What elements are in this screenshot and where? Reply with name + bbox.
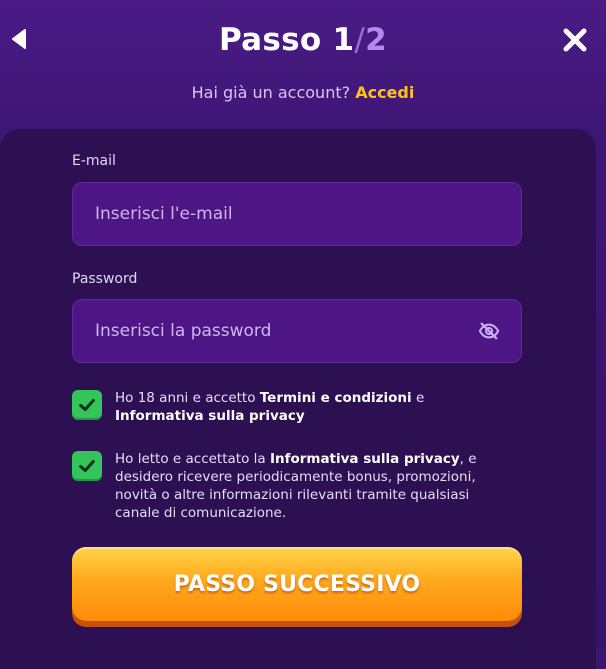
password-label: Password	[72, 271, 138, 287]
email-field[interactable]	[93, 203, 501, 225]
password-visibility-toggle[interactable]	[477, 319, 501, 343]
consent-text: Ho 18 anni e accetto	[115, 390, 260, 406]
marketing-consent-text: Ho letto e accettato la Informativa sull…	[115, 450, 515, 522]
close-button[interactable]	[561, 26, 589, 54]
step-total: 2	[365, 22, 388, 58]
email-field-wrapper[interactable]	[72, 182, 522, 246]
login-question: Hai già un account?	[191, 83, 351, 102]
password-field-wrapper[interactable]	[72, 299, 522, 363]
email-label: E-mail	[72, 153, 116, 169]
close-icon	[563, 28, 587, 52]
step-separator: /	[354, 22, 366, 58]
terms-checkbox[interactable]	[72, 390, 102, 420]
consent-text: Ho letto e accettato la	[115, 451, 270, 467]
privacy-link[interactable]: Informativa sulla privacy	[270, 451, 460, 467]
step-current: 1	[332, 22, 355, 58]
checkmark-icon	[79, 459, 95, 473]
checkmark-icon	[79, 398, 95, 412]
privacy-link[interactable]: Informativa sulla privacy	[115, 408, 305, 424]
consent-text: e	[411, 390, 425, 406]
login-prompt: Hai già un account? Accedi	[0, 83, 606, 102]
marketing-checkbox[interactable]	[72, 451, 102, 481]
terms-consent-text: Ho 18 anni e accetto Termini e condizion…	[115, 389, 515, 425]
next-step-button[interactable]: PASSO SUCCESSIVO	[72, 547, 522, 621]
password-field[interactable]	[93, 320, 477, 342]
page-title: Passo 1/2	[0, 22, 606, 58]
login-link[interactable]: Accedi	[355, 83, 414, 102]
eye-off-icon	[478, 322, 500, 340]
title-prefix: Passo	[218, 22, 333, 58]
terms-link[interactable]: Termini e condizioni	[260, 390, 412, 406]
